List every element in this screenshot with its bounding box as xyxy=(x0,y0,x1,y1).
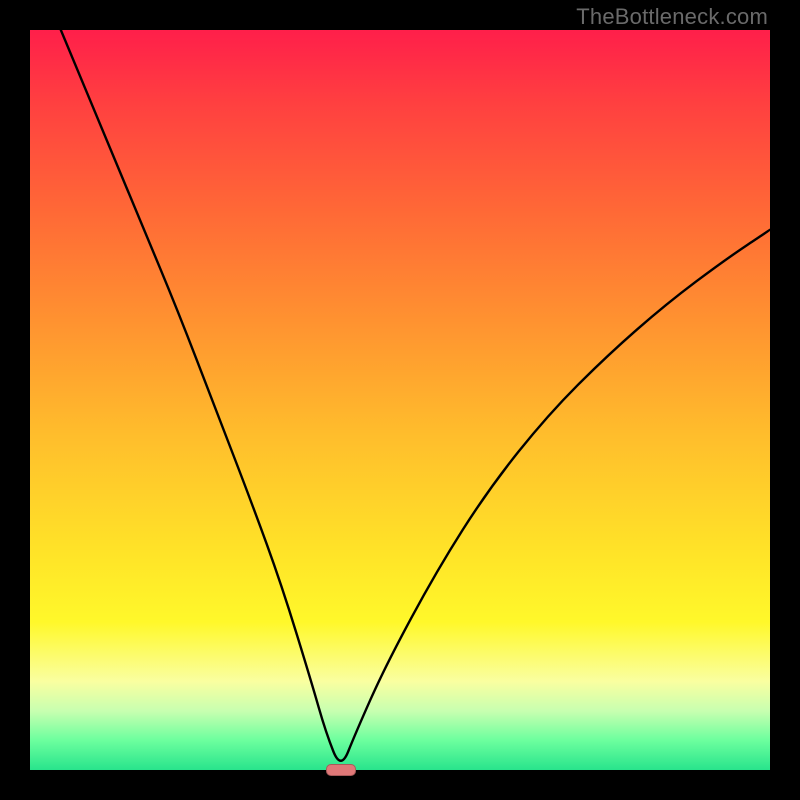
optimum-marker xyxy=(326,764,356,776)
curve-path xyxy=(30,30,770,761)
watermark-text: TheBottleneck.com xyxy=(576,4,768,30)
bottleneck-curve xyxy=(30,30,770,770)
chart-frame: TheBottleneck.com xyxy=(0,0,800,800)
plot-area xyxy=(30,30,770,770)
